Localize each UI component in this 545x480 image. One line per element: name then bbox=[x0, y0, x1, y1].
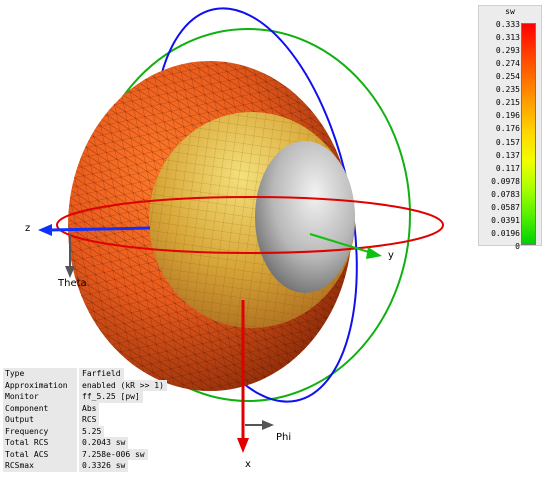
info-value: 0.2043 sw bbox=[79, 437, 129, 449]
info-row: Total ACS 7.258e-006 sw bbox=[3, 448, 173, 460]
info-row: Frequency 5.25 bbox=[3, 425, 173, 437]
legend-label: 0.0391 bbox=[491, 215, 520, 225]
info-key: Component bbox=[3, 402, 77, 414]
info-row: Type Farfield bbox=[3, 368, 173, 380]
legend-label: 0.0196 bbox=[491, 228, 520, 238]
info-row: RCSmax 0.3326 sw bbox=[3, 460, 173, 472]
info-value: Abs bbox=[79, 402, 100, 414]
y-axis-label: y bbox=[388, 250, 394, 261]
theta-label: Theta bbox=[58, 278, 87, 289]
info-key: Type bbox=[3, 368, 77, 380]
legend-label: 0.0783 bbox=[491, 189, 520, 199]
legend-label: 0.0587 bbox=[491, 202, 520, 212]
legend-label: 0.313 bbox=[495, 33, 520, 43]
legend-label: 0.215 bbox=[495, 98, 520, 108]
x-axis-label: x bbox=[245, 459, 251, 470]
phi-arrow bbox=[245, 420, 274, 430]
info-value: 5.25 bbox=[79, 425, 105, 437]
info-row: Component Abs bbox=[3, 402, 173, 414]
info-key: Frequency bbox=[3, 425, 77, 437]
info-value: 7.258e-006 sw bbox=[79, 448, 148, 460]
info-key: Monitor bbox=[3, 391, 77, 403]
legend-label: 0.117 bbox=[495, 163, 520, 173]
scatterer-object bbox=[255, 141, 355, 293]
info-key: RCSmax bbox=[3, 460, 77, 472]
info-value: RCS bbox=[79, 414, 100, 426]
legend-label: 0.157 bbox=[495, 137, 520, 147]
legend-label: 0.137 bbox=[495, 150, 520, 160]
info-value: enabled (kR >> 1) bbox=[79, 379, 167, 391]
info-key: Total ACS bbox=[3, 448, 77, 460]
legend-label: 0.333 bbox=[495, 20, 520, 29]
legend-label: 0.254 bbox=[495, 72, 520, 82]
info-key: Approximation bbox=[3, 379, 77, 391]
legend-color-bar bbox=[521, 23, 536, 245]
info-row: Monitor ff_5.25 [pw] bbox=[3, 391, 173, 403]
color-scale-legend: sw 0.333 0.313 0.293 0.274 0.254 0.235 0.215 0.… bbox=[478, 5, 542, 251]
info-panel: Type Farfield Approximation enabled (kR >> … bbox=[3, 368, 173, 472]
legend-label: 0.293 bbox=[495, 46, 520, 56]
legend-label: 0.274 bbox=[495, 59, 520, 69]
info-value: 0.3326 sw bbox=[79, 460, 129, 472]
phi-label: Phi bbox=[276, 432, 292, 443]
legend-label: 0 bbox=[515, 242, 520, 251]
legend-label: 0.176 bbox=[495, 124, 520, 134]
info-value: ff_5.25 [pw] bbox=[79, 391, 143, 403]
legend-unit: sw bbox=[505, 7, 515, 16]
z-axis-label: z bbox=[25, 223, 31, 234]
info-key: Output bbox=[3, 414, 77, 426]
info-row: Approximation enabled (kR >> 1) bbox=[3, 379, 173, 391]
info-key: Total RCS bbox=[3, 437, 77, 449]
legend-label: 0.235 bbox=[495, 85, 520, 95]
legend-label: 0.0978 bbox=[491, 176, 520, 186]
info-row: Total RCS 0.2043 sw bbox=[3, 437, 173, 449]
legend-label: 0.196 bbox=[495, 111, 520, 121]
info-value: Farfield bbox=[79, 368, 124, 380]
info-row: Output RCS bbox=[3, 414, 173, 426]
